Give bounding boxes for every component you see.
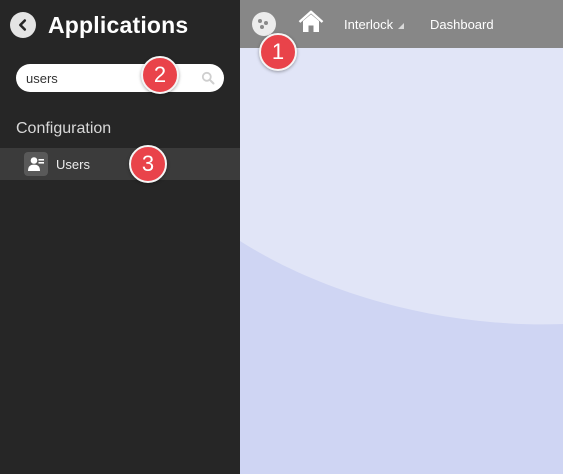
sidebar-header: Applications — [10, 11, 188, 39]
caret-down-icon — [398, 23, 405, 29]
sidebar-item-users[interactable]: Users — [0, 148, 240, 180]
annotation-badge-1: 1 — [259, 33, 297, 71]
home-icon[interactable] — [298, 10, 324, 34]
chevron-left-icon — [19, 19, 27, 31]
main-content — [240, 48, 563, 474]
apps-menu-icon[interactable] — [252, 12, 276, 36]
breadcrumb-site[interactable]: Interlock — [344, 17, 405, 32]
users-icon — [24, 152, 48, 176]
background-wave — [240, 48, 563, 325]
annotation-badge-2: 2 — [141, 56, 179, 94]
breadcrumb-page[interactable]: Dashboard — [430, 17, 494, 32]
section-label-configuration: Configuration — [16, 120, 112, 137]
search-icon[interactable] — [201, 71, 215, 85]
sidebar-title: Applications — [48, 11, 189, 38]
annotation-badge-3: 3 — [129, 145, 167, 183]
back-button[interactable] — [10, 12, 36, 38]
sidebar: Applications Configuration Users — [0, 0, 240, 474]
sidebar-item-label: Users — [56, 156, 90, 172]
search-box — [16, 64, 224, 92]
breadcrumb-site-label: Interlock — [344, 17, 394, 32]
